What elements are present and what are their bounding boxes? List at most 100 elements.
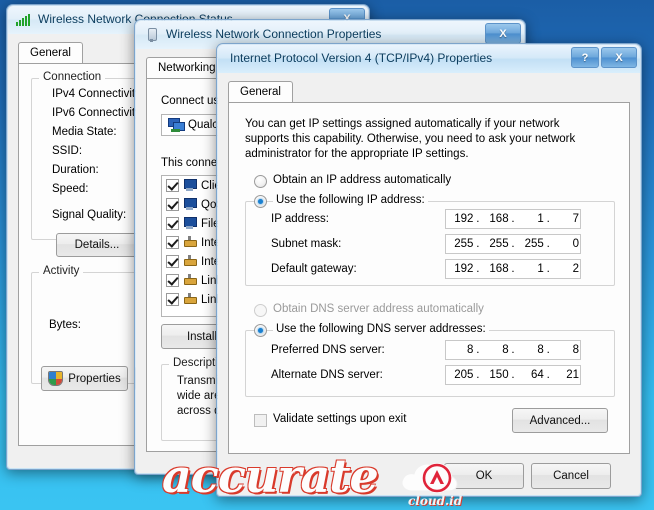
- ip-address-label: IP address:: [271, 213, 329, 225]
- field-speed: Speed:: [52, 183, 89, 195]
- intro-text: You can get IP settings assigned automat…: [245, 118, 576, 160]
- preferred-dns-field[interactable]: 8. 8. 8. 8: [445, 340, 581, 360]
- use-following-dns-radio[interactable]: [254, 324, 267, 337]
- advanced-button[interactable]: Advanced...: [512, 408, 608, 433]
- subnet-mask-label: Subnet mask:: [271, 238, 342, 250]
- component-checkbox[interactable]: [166, 274, 179, 287]
- mask-octet-1[interactable]: 255: [446, 238, 474, 250]
- adapter-name: Qualc: [188, 119, 219, 131]
- tcpip-dialog-title: Internet Protocol Version 4 (TCP/IPv4) P…: [230, 51, 493, 65]
- use-following-ip-radio[interactable]: [254, 195, 267, 208]
- component-checkbox[interactable]: [166, 255, 179, 268]
- close-icon[interactable]: X: [601, 47, 637, 68]
- component-checkbox[interactable]: [166, 217, 179, 230]
- ip-octet-4[interactable]: 7: [552, 213, 580, 225]
- wifi-signal-icon: [16, 14, 32, 26]
- use-following-ip-label[interactable]: Use the following IP address:: [273, 194, 428, 206]
- field-ipv6-connectivity: IPv6 Connectivity: [52, 107, 141, 119]
- field-ipv4-connectivity: IPv4 Connectivity: [52, 88, 141, 100]
- ip-dot: .: [511, 238, 515, 250]
- adns-octet-4[interactable]: 21: [552, 369, 580, 381]
- default-gateway-field[interactable]: 192. 168. 1. 2: [445, 259, 581, 279]
- ok-button[interactable]: OK: [444, 463, 524, 489]
- component-checkbox[interactable]: [166, 293, 179, 306]
- ip-dot: .: [546, 344, 550, 356]
- ip-dot: .: [546, 369, 550, 381]
- protocol-plug-icon: [183, 274, 197, 287]
- ip-octet-3[interactable]: 1: [516, 213, 544, 225]
- connection-group-label: Connection: [39, 71, 106, 83]
- shield-icon: [48, 371, 64, 386]
- adns-octet-1[interactable]: 205: [446, 369, 474, 381]
- gw-octet-1[interactable]: 192: [446, 263, 474, 275]
- obtain-dns-automatically-label[interactable]: Obtain DNS server address automatically: [273, 303, 484, 315]
- ip-octet-2[interactable]: 168: [481, 213, 509, 225]
- mask-octet-4[interactable]: 0: [552, 238, 580, 250]
- validate-settings-checkbox[interactable]: [254, 414, 267, 427]
- qos-pc-icon: [183, 198, 197, 211]
- ip-dot: .: [546, 263, 550, 275]
- component-checkbox[interactable]: [166, 179, 179, 192]
- tcpip-body: General You can get IP settings assigned…: [218, 73, 640, 495]
- obtain-ip-automatically-label[interactable]: Obtain an IP address automatically: [273, 174, 451, 186]
- tab-general[interactable]: General: [228, 81, 293, 103]
- obtain-dns-automatically-radio[interactable]: [254, 304, 267, 317]
- use-following-dns-label[interactable]: Use the following DNS server addresses:: [273, 323, 489, 335]
- component-checkbox[interactable]: [166, 198, 179, 211]
- ip-dot: .: [511, 369, 515, 381]
- ip-dot: .: [476, 344, 480, 356]
- properties-button-label: Properties: [68, 372, 121, 385]
- adns-octet-2[interactable]: 150: [481, 369, 509, 381]
- tcpip-properties-dialog[interactable]: Internet Protocol Version 4 (TCP/IPv4) P…: [216, 43, 642, 497]
- bytes-label: Bytes:: [49, 319, 81, 331]
- gw-octet-4[interactable]: 2: [552, 263, 580, 275]
- ip-dot: .: [511, 344, 515, 356]
- tab-general[interactable]: General: [18, 42, 83, 64]
- protocol-plug-icon: [183, 236, 197, 249]
- ip-dot: .: [476, 369, 480, 381]
- subnet-mask-field[interactable]: 255. 255. 255. 0: [445, 234, 581, 254]
- field-ssid: SSID:: [52, 145, 83, 157]
- component-checkbox[interactable]: [166, 236, 179, 249]
- alternate-dns-label: Alternate DNS server:: [271, 369, 383, 381]
- close-icon[interactable]: X: [485, 23, 521, 44]
- adns-octet-3[interactable]: 64: [516, 369, 544, 381]
- protocol-plug-icon: [183, 255, 197, 268]
- tcpip-tabpane: You can get IP settings assigned automat…: [228, 102, 630, 454]
- pdns-octet-4[interactable]: 8: [552, 344, 580, 356]
- ip-address-field[interactable]: 192. 168. 1. 7: [445, 209, 581, 229]
- alternate-dns-field[interactable]: 205. 150. 64. 21: [445, 365, 581, 385]
- tcpip-window-buttons[interactable]: ? X: [571, 47, 637, 68]
- tcpip-titlebar[interactable]: Internet Protocol Version 4 (TCP/IPv4) P…: [218, 45, 640, 73]
- properties-window-title: Wireless Network Connection Properties: [166, 27, 382, 41]
- field-signal-quality: Signal Quality:: [52, 209, 127, 221]
- details-button[interactable]: Details...: [56, 233, 138, 257]
- help-icon[interactable]: ?: [571, 47, 599, 68]
- ip-dot: .: [546, 213, 550, 225]
- preferred-dns-label: Preferred DNS server:: [271, 344, 385, 356]
- file-sharing-icon: [183, 217, 197, 230]
- network-adapter-icon: [145, 28, 161, 44]
- obtain-ip-automatically-radio[interactable]: [254, 175, 267, 188]
- ip-dot: .: [476, 263, 480, 275]
- pdns-octet-3[interactable]: 8: [516, 344, 544, 356]
- ip-dot: .: [476, 238, 480, 250]
- gw-octet-2[interactable]: 168: [481, 263, 509, 275]
- status-tabstrip[interactable]: General: [18, 42, 83, 64]
- field-duration: Duration:: [52, 164, 99, 176]
- pdns-octet-1[interactable]: 8: [446, 344, 474, 356]
- mask-octet-2[interactable]: 255: [481, 238, 509, 250]
- ip-dot: .: [476, 213, 480, 225]
- ip-octet-1[interactable]: 192: [446, 213, 474, 225]
- mask-octet-3[interactable]: 255: [516, 238, 544, 250]
- properties-window-buttons[interactable]: X: [485, 23, 521, 44]
- gw-octet-3[interactable]: 1: [516, 263, 544, 275]
- properties-button[interactable]: Properties: [41, 366, 128, 391]
- activity-group-label: Activity: [39, 265, 84, 277]
- adapter-icon: [168, 118, 185, 132]
- field-media-state: Media State:: [52, 126, 117, 138]
- cancel-button[interactable]: Cancel: [531, 463, 611, 489]
- pdns-octet-2[interactable]: 8: [481, 344, 509, 356]
- validate-settings-label[interactable]: Validate settings upon exit: [273, 413, 406, 425]
- tcpip-tabstrip[interactable]: General: [228, 81, 293, 103]
